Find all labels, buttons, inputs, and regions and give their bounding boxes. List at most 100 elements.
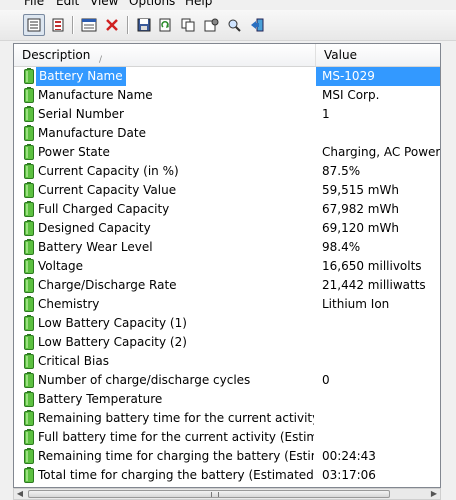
- horizontal-scrollbar[interactable]: ◀ ▶: [13, 488, 441, 500]
- refresh-icon: [159, 18, 171, 32]
- save-button[interactable]: [133, 14, 155, 36]
- delete-icon: [106, 19, 118, 31]
- row-description: Remaining battery time for the current a…: [38, 411, 314, 425]
- table-row[interactable]: Manufacture Date: [14, 124, 440, 143]
- table-row[interactable]: Power State Charging, AC Power: [14, 143, 440, 162]
- copy-button[interactable]: [177, 14, 199, 36]
- scroll-left-arrow-icon[interactable]: ◀: [14, 489, 26, 499]
- row-description: Battery Name: [36, 67, 126, 86]
- row-description: Manufacture Name: [38, 88, 153, 102]
- row-value: 03:17:06: [322, 468, 376, 482]
- delete-button[interactable]: [101, 14, 123, 36]
- menu-edit[interactable]: Edit: [54, 0, 81, 8]
- table-row[interactable]: Full Charged Capacity 67,982 mWh: [14, 200, 440, 219]
- table-row[interactable]: Designed Capacity 69,120 mWh: [14, 219, 440, 238]
- battery-icon: [24, 467, 34, 483]
- battery-icon: [24, 448, 34, 464]
- battery-icon: [24, 410, 34, 426]
- table-row[interactable]: Chemistry Lithium Ion: [14, 295, 440, 314]
- row-value: 98.4%: [322, 240, 361, 254]
- save-icon: [137, 18, 151, 32]
- table-row[interactable]: Battery Wear Level 98.4%: [14, 238, 440, 257]
- menu-bar: File Edit View Options Help: [0, 0, 456, 10]
- html-report-icon: [27, 18, 41, 32]
- row-value: MSI Corp.: [322, 88, 380, 102]
- battery-info-list[interactable]: Description / Value Battery Name MS-1029 M…: [13, 43, 441, 488]
- battery-icon: [24, 372, 34, 388]
- battery-icon: [24, 68, 34, 84]
- refresh-button[interactable]: [154, 14, 176, 36]
- text-report-button[interactable]: [47, 14, 69, 36]
- find-button[interactable]: [223, 14, 245, 36]
- table-row[interactable]: Serial Number 1: [14, 105, 440, 124]
- table-row[interactable]: Low Battery Capacity (2): [14, 333, 440, 352]
- row-description: Full Charged Capacity: [38, 202, 170, 216]
- table-row[interactable]: Number of charge/discharge cycles 0: [14, 371, 440, 390]
- row-description: Manufacture Date: [38, 126, 146, 140]
- exit-button[interactable]: [246, 14, 268, 36]
- row-description: Battery Temperature: [38, 392, 163, 406]
- row-value: Lithium Ion: [322, 297, 390, 311]
- table-row[interactable]: Critical Bias: [14, 352, 440, 371]
- column-header-value-label: Value: [324, 48, 357, 62]
- battery-icon: [24, 182, 34, 198]
- row-value: 0: [322, 373, 330, 387]
- row-description: Full battery time for the current activi…: [38, 430, 314, 444]
- options-button[interactable]: [200, 14, 222, 36]
- toolbar-separator: [72, 16, 74, 34]
- menu-file[interactable]: File: [22, 0, 46, 8]
- table-row[interactable]: Voltage 16,650 millivolts: [14, 257, 440, 276]
- battery-icon: [24, 163, 34, 179]
- table-row[interactable]: Current Capacity Value 59,515 mWh: [14, 181, 440, 200]
- table-row[interactable]: Remaining battery time for the current a…: [14, 409, 440, 428]
- battery-icon: [24, 220, 34, 236]
- table-row[interactable]: Battery Name MS-1029: [14, 67, 440, 86]
- row-description: Current Capacity Value: [38, 183, 177, 197]
- battery-icon: [24, 239, 34, 255]
- row-description: Remaining time for charging the battery …: [38, 449, 314, 463]
- row-value: Charging, AC Power: [322, 145, 440, 159]
- menu-options[interactable]: Options: [127, 0, 177, 8]
- row-description: Serial Number: [38, 107, 124, 121]
- row-description: Current Capacity (in %): [38, 164, 179, 178]
- row-value: 69,120 mWh: [322, 221, 399, 235]
- battery-icon: [24, 334, 34, 350]
- battery-icon: [24, 125, 34, 141]
- row-value: 16,650 millivolts: [322, 259, 422, 273]
- copy-icon: [181, 18, 194, 32]
- row-description: Total time for charging the battery (Est…: [38, 468, 314, 482]
- toolbar-separator: [127, 16, 129, 34]
- table-row[interactable]: Low Battery Capacity (1): [14, 314, 440, 333]
- find-icon: [228, 19, 241, 32]
- scroll-right-arrow-icon[interactable]: ▶: [428, 489, 440, 499]
- battery-icon: [24, 87, 34, 103]
- battery-icon: [24, 429, 34, 445]
- table-row[interactable]: Manufacture Name MSI Corp.: [14, 86, 440, 105]
- list-header: Description / Value: [14, 44, 440, 67]
- table-row[interactable]: Current Capacity (in %) 87.5%: [14, 162, 440, 181]
- properties-button[interactable]: [78, 14, 100, 36]
- table-row[interactable]: Charge/Discharge Rate 21,442 milliwatts: [14, 276, 440, 295]
- row-value: 00:24:43: [322, 449, 376, 463]
- row-description: Low Battery Capacity (1): [38, 316, 187, 330]
- toolbar: [0, 10, 456, 41]
- properties-icon: [81, 18, 97, 32]
- table-row[interactable]: Remaining time for charging the battery …: [14, 447, 440, 466]
- exit-icon: [250, 18, 263, 32]
- table-row[interactable]: Total time for charging the battery (Est…: [14, 466, 440, 485]
- row-description: Voltage: [38, 259, 84, 273]
- options-icon: [204, 18, 218, 32]
- scrollbar-thumb[interactable]: [28, 490, 390, 498]
- table-row[interactable]: Battery Temperature: [14, 390, 440, 409]
- table-row[interactable]: Full battery time for the current activi…: [14, 428, 440, 447]
- menu-help[interactable]: Help: [183, 0, 214, 8]
- column-header-description[interactable]: Description /: [14, 44, 316, 66]
- column-header-value[interactable]: Value: [316, 44, 440, 66]
- menu-view[interactable]: View: [88, 0, 120, 8]
- html-report-button[interactable]: [23, 14, 45, 36]
- row-value: 59,515 mWh: [322, 183, 399, 197]
- battery-icon: [24, 277, 34, 293]
- row-description: Number of charge/discharge cycles: [38, 373, 251, 387]
- row-description: Charge/Discharge Rate: [38, 278, 177, 292]
- row-description: Power State: [38, 145, 110, 159]
